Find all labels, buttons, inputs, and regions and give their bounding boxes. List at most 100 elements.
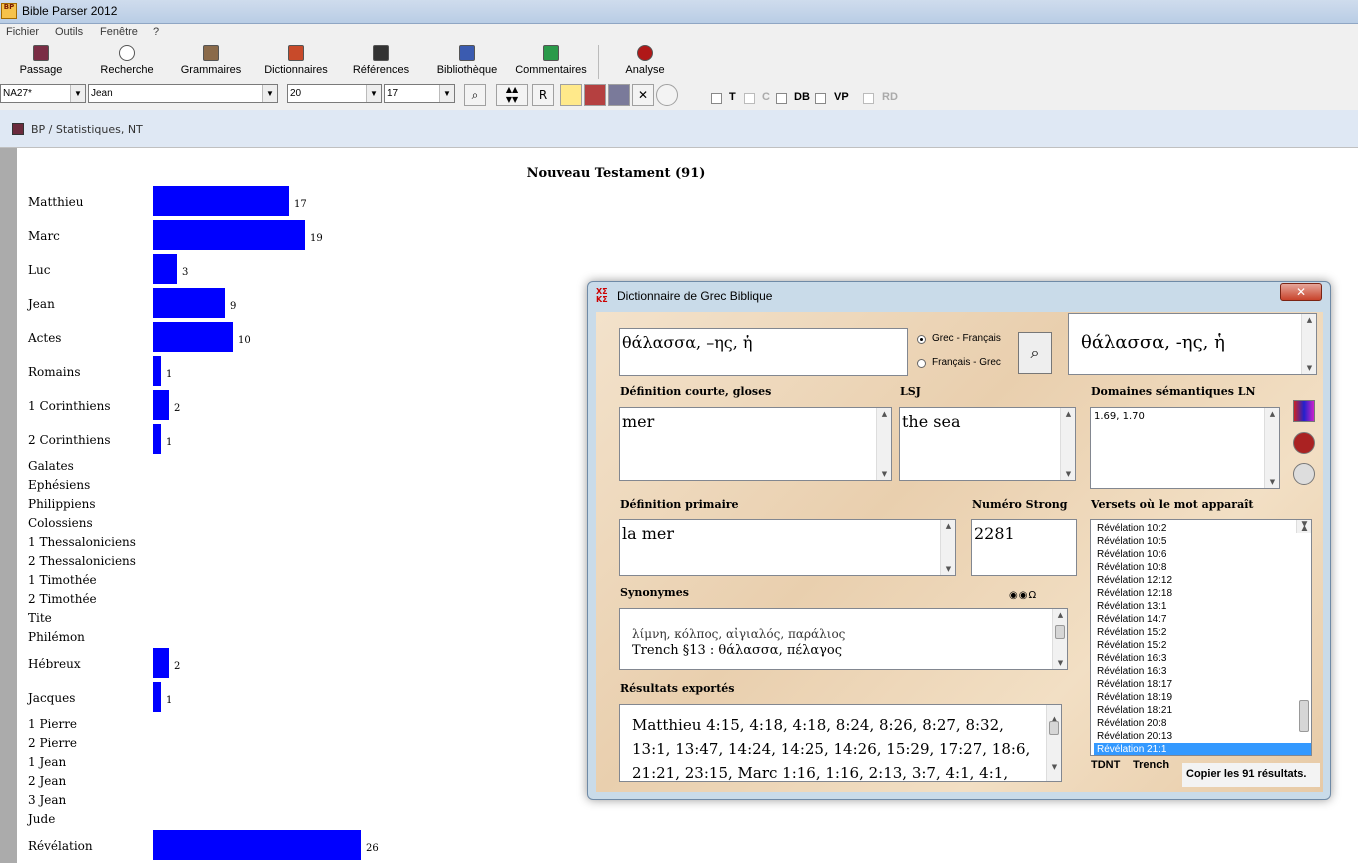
checkbox-rd-label: RD bbox=[882, 91, 898, 103]
verse-item[interactable]: Révélation 10:5 bbox=[1094, 535, 1311, 548]
verse-item[interactable]: Révélation 10:2 bbox=[1094, 522, 1311, 535]
primary-def-label: Définition primaire bbox=[620, 498, 739, 511]
checkbox-vp-label: VP bbox=[834, 91, 849, 103]
r-button[interactable]: R bbox=[532, 84, 554, 106]
synonyms-field[interactable]: λίμνη, κόλπος, αἰγιαλός, παράλιος Trench… bbox=[619, 608, 1068, 670]
references-label: Références bbox=[352, 64, 410, 76]
book-label: Actes bbox=[28, 331, 62, 345]
menu-bar: Fichier Outils Fenêtre ? bbox=[0, 24, 1358, 42]
grammaires-label: Grammaires bbox=[180, 64, 242, 76]
headword-scrollbar[interactable]: ▲ ▼ bbox=[1301, 314, 1316, 374]
checkbox-c[interactable] bbox=[744, 93, 755, 104]
search-verse-button[interactable]: ⌕ bbox=[464, 84, 486, 106]
chapter-select[interactable]: 20 ▼ bbox=[287, 84, 382, 103]
books-stack-icon[interactable] bbox=[584, 84, 606, 106]
trench-link[interactable]: Trench bbox=[1133, 759, 1169, 771]
verse-item[interactable]: Révélation 15:2 bbox=[1094, 626, 1311, 639]
bibliotheque-button[interactable]: Bibliothèque bbox=[430, 45, 504, 81]
audio-icon[interactable] bbox=[656, 84, 678, 106]
synonym-tools-icons[interactable]: ◉◉Ω bbox=[1009, 590, 1057, 604]
checkbox-t[interactable] bbox=[711, 93, 722, 104]
dictionary-search-button[interactable]: ⌕ bbox=[1018, 332, 1052, 374]
verse-item[interactable]: Révélation 10:6 bbox=[1094, 548, 1311, 561]
chevron-down-icon[interactable]: ▼ bbox=[70, 85, 85, 102]
scroll-thumb[interactable] bbox=[1055, 625, 1065, 639]
verse-item[interactable]: Révélation 12:12 bbox=[1094, 574, 1311, 587]
analyse-button[interactable]: Analyse bbox=[618, 45, 672, 81]
verse-item[interactable]: Révélation 16:3 bbox=[1094, 652, 1311, 665]
verses-label: Versets où le mot apparaît bbox=[1091, 498, 1254, 511]
verse-item[interactable]: Révélation 20:8 bbox=[1094, 717, 1311, 730]
verse-item[interactable]: Révélation 12:18 bbox=[1094, 587, 1311, 600]
chart-icon[interactable] bbox=[1293, 400, 1315, 422]
verse-item[interactable]: Révélation 21:1 bbox=[1094, 743, 1311, 755]
strong-field[interactable]: 2281 bbox=[971, 519, 1077, 576]
commentaires-button[interactable]: Commentaires bbox=[510, 45, 592, 81]
ln-scrollbar[interactable]: ▲ ▼ bbox=[1264, 408, 1279, 488]
primary-def-field[interactable]: la mer ▲ ▼ bbox=[619, 519, 956, 576]
primary-def-scrollbar[interactable]: ▲ ▼ bbox=[940, 520, 955, 575]
checkbox-vp[interactable] bbox=[815, 93, 826, 104]
chevron-down-icon[interactable]: ▼ bbox=[366, 85, 381, 102]
verses-scrollbar[interactable]: ▲ ▼ bbox=[1296, 520, 1311, 732]
chevron-down-icon[interactable]: ▼ bbox=[262, 85, 277, 102]
menu-help[interactable]: ? bbox=[153, 26, 159, 38]
radio-grec-francais[interactable] bbox=[917, 335, 926, 344]
w-icon[interactable] bbox=[1293, 432, 1315, 454]
radio-francais-grec[interactable] bbox=[917, 359, 926, 368]
dictionnaires-button[interactable]: Dictionnaires bbox=[258, 45, 334, 81]
checkbox-db[interactable] bbox=[776, 93, 787, 104]
book-label: Galates bbox=[28, 459, 74, 473]
verses-list[interactable]: Révélation 10:2 Révélation 10:5 Révélation… bbox=[1090, 519, 1312, 756]
book-label: Marc bbox=[28, 229, 60, 243]
copy-results-button[interactable]: Copier les 91 résultats. bbox=[1186, 768, 1306, 780]
menu-fenetre[interactable]: Fenêtre bbox=[100, 26, 138, 38]
chevron-down-icon[interactable]: ▼ bbox=[439, 85, 454, 102]
verse-item[interactable]: Révélation 20:13 bbox=[1094, 730, 1311, 743]
close-button[interactable]: ✕ bbox=[1280, 283, 1322, 301]
ln-field[interactable]: 1.69, 1.70 ▲ ▼ bbox=[1090, 407, 1280, 489]
book-select[interactable]: Jean ▼ bbox=[88, 84, 278, 103]
lsj-scrollbar[interactable]: ▲ ▼ bbox=[1060, 408, 1075, 480]
tools-icon[interactable]: ✕ bbox=[632, 84, 654, 106]
scroll-thumb[interactable] bbox=[1049, 721, 1059, 735]
notes-icon[interactable] bbox=[560, 84, 582, 106]
verse-item[interactable]: Révélation 16:3 bbox=[1094, 665, 1311, 678]
verse-item[interactable]: Révélation 13:1 bbox=[1094, 600, 1311, 613]
verse-item[interactable]: Révélation 10:8 bbox=[1094, 561, 1311, 574]
lsj-field[interactable]: the sea ▲ ▼ bbox=[899, 407, 1076, 481]
ln-label: Domaines sémantiques LN bbox=[1091, 385, 1256, 398]
verse-item[interactable]: Révélation 15:2 bbox=[1094, 639, 1311, 652]
short-def-value: mer bbox=[622, 412, 655, 431]
verse-item[interactable]: Révélation 18:17 bbox=[1094, 678, 1311, 691]
synonyms-scrollbar[interactable]: ▲ ▼ bbox=[1052, 609, 1067, 669]
audio-icon[interactable] bbox=[1293, 463, 1315, 485]
chart-title: Nouveau Testament (91) bbox=[526, 166, 706, 181]
checkbox-rd[interactable] bbox=[863, 93, 874, 104]
references-button[interactable]: Références bbox=[348, 45, 414, 81]
verse-item[interactable]: Révélation 18:21 bbox=[1094, 704, 1311, 717]
scroll-thumb[interactable] bbox=[1299, 700, 1309, 732]
bar bbox=[153, 390, 169, 420]
nav-spinner[interactable]: ▲▲ ▼▼ bbox=[496, 84, 528, 106]
export-scrollbar[interactable]: ▲ ▼ bbox=[1046, 705, 1061, 781]
version-select[interactable]: NA27* ▼ bbox=[0, 84, 86, 103]
tree-icon[interactable] bbox=[608, 84, 630, 106]
tdnt-link[interactable]: TDNT bbox=[1091, 759, 1120, 771]
ln-value: 1.69, 1.70 bbox=[1094, 411, 1145, 422]
passage-button[interactable]: Passage bbox=[14, 45, 68, 81]
grammaires-button[interactable]: Grammaires bbox=[176, 45, 246, 81]
book-label: Jean bbox=[28, 297, 55, 311]
verse-item[interactable]: Révélation 14:7 bbox=[1094, 613, 1311, 626]
short-def-field[interactable]: mer ▲ ▼ bbox=[619, 407, 892, 481]
recherche-button[interactable]: Recherche bbox=[95, 45, 159, 81]
greek-dictionary-dialog: ΧΣ ΚΣ Dictionnaire de Grec Biblique ✕ θά… bbox=[587, 281, 1331, 800]
export-field[interactable]: Matthieu 4:15, 4:18, 4:18, 8:24, 8:26, 8… bbox=[619, 704, 1062, 782]
search-input[interactable]: θάλασσα, –ης, ἡ bbox=[619, 328, 908, 376]
menu-outils[interactable]: Outils bbox=[55, 26, 83, 38]
verse-select[interactable]: 17 ▼ bbox=[384, 84, 455, 103]
bar-value-label: 1 bbox=[166, 369, 173, 380]
menu-fichier[interactable]: Fichier bbox=[6, 26, 39, 38]
short-def-scrollbar[interactable]: ▲ ▼ bbox=[876, 408, 891, 480]
verse-item[interactable]: Révélation 18:19 bbox=[1094, 691, 1311, 704]
